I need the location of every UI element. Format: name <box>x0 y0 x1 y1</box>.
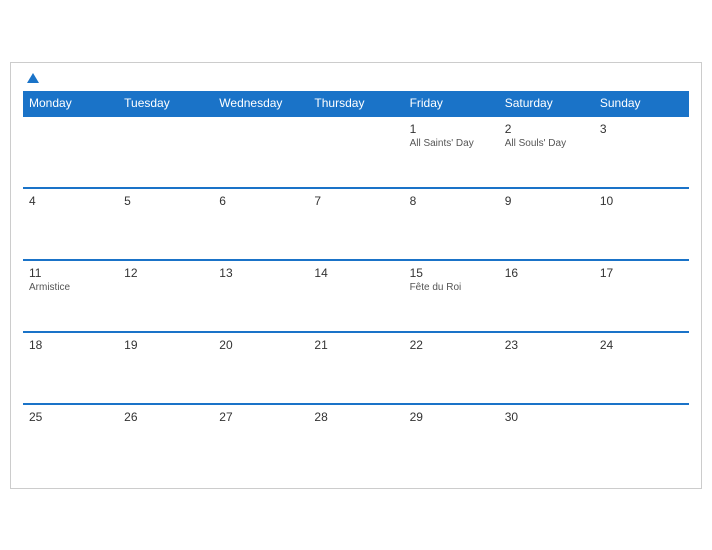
calendar-cell <box>23 116 118 188</box>
holiday-label: All Souls' Day <box>505 138 588 149</box>
column-header-sunday: Sunday <box>594 91 689 116</box>
calendar-cell: 3 <box>594 116 689 188</box>
day-number: 24 <box>600 338 683 352</box>
calendar-cell: 8 <box>404 188 499 260</box>
column-header-wednesday: Wednesday <box>213 91 308 116</box>
day-number: 14 <box>314 266 397 280</box>
calendar-cell: 13 <box>213 260 308 332</box>
day-number: 29 <box>410 410 493 424</box>
day-number: 6 <box>219 194 302 208</box>
day-number: 18 <box>29 338 112 352</box>
day-number: 25 <box>29 410 112 424</box>
calendar-cell <box>594 404 689 476</box>
calendar-cell: 28 <box>308 404 403 476</box>
calendar-cell: 21 <box>308 332 403 404</box>
calendar-cell <box>118 116 213 188</box>
calendar-cell: 22 <box>404 332 499 404</box>
calendar-cell: 23 <box>499 332 594 404</box>
week-row-4: 18 19 20 21 22 23 24 <box>23 332 689 404</box>
calendar-cell: 20 <box>213 332 308 404</box>
calendar-cell: 16 <box>499 260 594 332</box>
holiday-label: Armistice <box>29 282 112 293</box>
calendar-cell <box>308 116 403 188</box>
day-number: 23 <box>505 338 588 352</box>
week-row-5: 25 26 27 28 29 30 <box>23 404 689 476</box>
calendar-cell: 29 <box>404 404 499 476</box>
calendar-cell: 19 <box>118 332 213 404</box>
day-number: 17 <box>600 266 683 280</box>
day-number: 4 <box>29 194 112 208</box>
calendar-cell: 11 Armistice <box>23 260 118 332</box>
day-number: 7 <box>314 194 397 208</box>
day-number: 16 <box>505 266 588 280</box>
calendar-container: MondayTuesdayWednesdayThursdayFridaySatu… <box>10 62 702 489</box>
day-number: 10 <box>600 194 683 208</box>
calendar-table: MondayTuesdayWednesdayThursdayFridaySatu… <box>23 91 689 476</box>
day-number: 11 <box>29 266 112 280</box>
day-number: 19 <box>124 338 207 352</box>
column-header-tuesday: Tuesday <box>118 91 213 116</box>
day-number: 21 <box>314 338 397 352</box>
calendar-cell: 6 <box>213 188 308 260</box>
calendar-cell: 10 <box>594 188 689 260</box>
logo <box>23 73 39 83</box>
calendar-cell: 18 <box>23 332 118 404</box>
calendar-cell: 17 <box>594 260 689 332</box>
day-number: 3 <box>600 122 683 136</box>
day-number: 2 <box>505 122 588 136</box>
calendar-cell: 12 <box>118 260 213 332</box>
week-row-3: 11 Armistice 12 13 14 15 Fête du Roi 16 17 <box>23 260 689 332</box>
calendar-header-row: MondayTuesdayWednesdayThursdayFridaySatu… <box>23 91 689 116</box>
calendar-cell: 2 All Souls' Day <box>499 116 594 188</box>
calendar-cell: 25 <box>23 404 118 476</box>
day-number: 28 <box>314 410 397 424</box>
calendar-cell: 15 Fête du Roi <box>404 260 499 332</box>
day-number: 15 <box>410 266 493 280</box>
day-number: 1 <box>410 122 493 136</box>
calendar-cell: 26 <box>118 404 213 476</box>
column-header-monday: Monday <box>23 91 118 116</box>
calendar-cell: 24 <box>594 332 689 404</box>
calendar-cell: 30 <box>499 404 594 476</box>
holiday-label: All Saints' Day <box>410 138 493 149</box>
day-number: 9 <box>505 194 588 208</box>
day-number: 22 <box>410 338 493 352</box>
column-header-thursday: Thursday <box>308 91 403 116</box>
calendar-cell: 1 All Saints' Day <box>404 116 499 188</box>
calendar-header <box>23 73 689 83</box>
calendar-cell: 7 <box>308 188 403 260</box>
day-number: 26 <box>124 410 207 424</box>
day-number: 12 <box>124 266 207 280</box>
holiday-label: Fête du Roi <box>410 282 493 293</box>
logo-triangle-icon <box>27 73 39 83</box>
calendar-cell: 27 <box>213 404 308 476</box>
day-number: 13 <box>219 266 302 280</box>
calendar-cell <box>213 116 308 188</box>
week-row-1: 1 All Saints' Day 2 All Souls' Day 3 <box>23 116 689 188</box>
day-number: 5 <box>124 194 207 208</box>
week-row-2: 456789 10 <box>23 188 689 260</box>
calendar-cell: 4 <box>23 188 118 260</box>
calendar-cell: 9 <box>499 188 594 260</box>
day-number: 27 <box>219 410 302 424</box>
column-header-saturday: Saturday <box>499 91 594 116</box>
calendar-cell: 5 <box>118 188 213 260</box>
calendar-cell: 14 <box>308 260 403 332</box>
day-number: 20 <box>219 338 302 352</box>
day-number: 8 <box>410 194 493 208</box>
column-header-friday: Friday <box>404 91 499 116</box>
day-number: 30 <box>505 410 588 424</box>
